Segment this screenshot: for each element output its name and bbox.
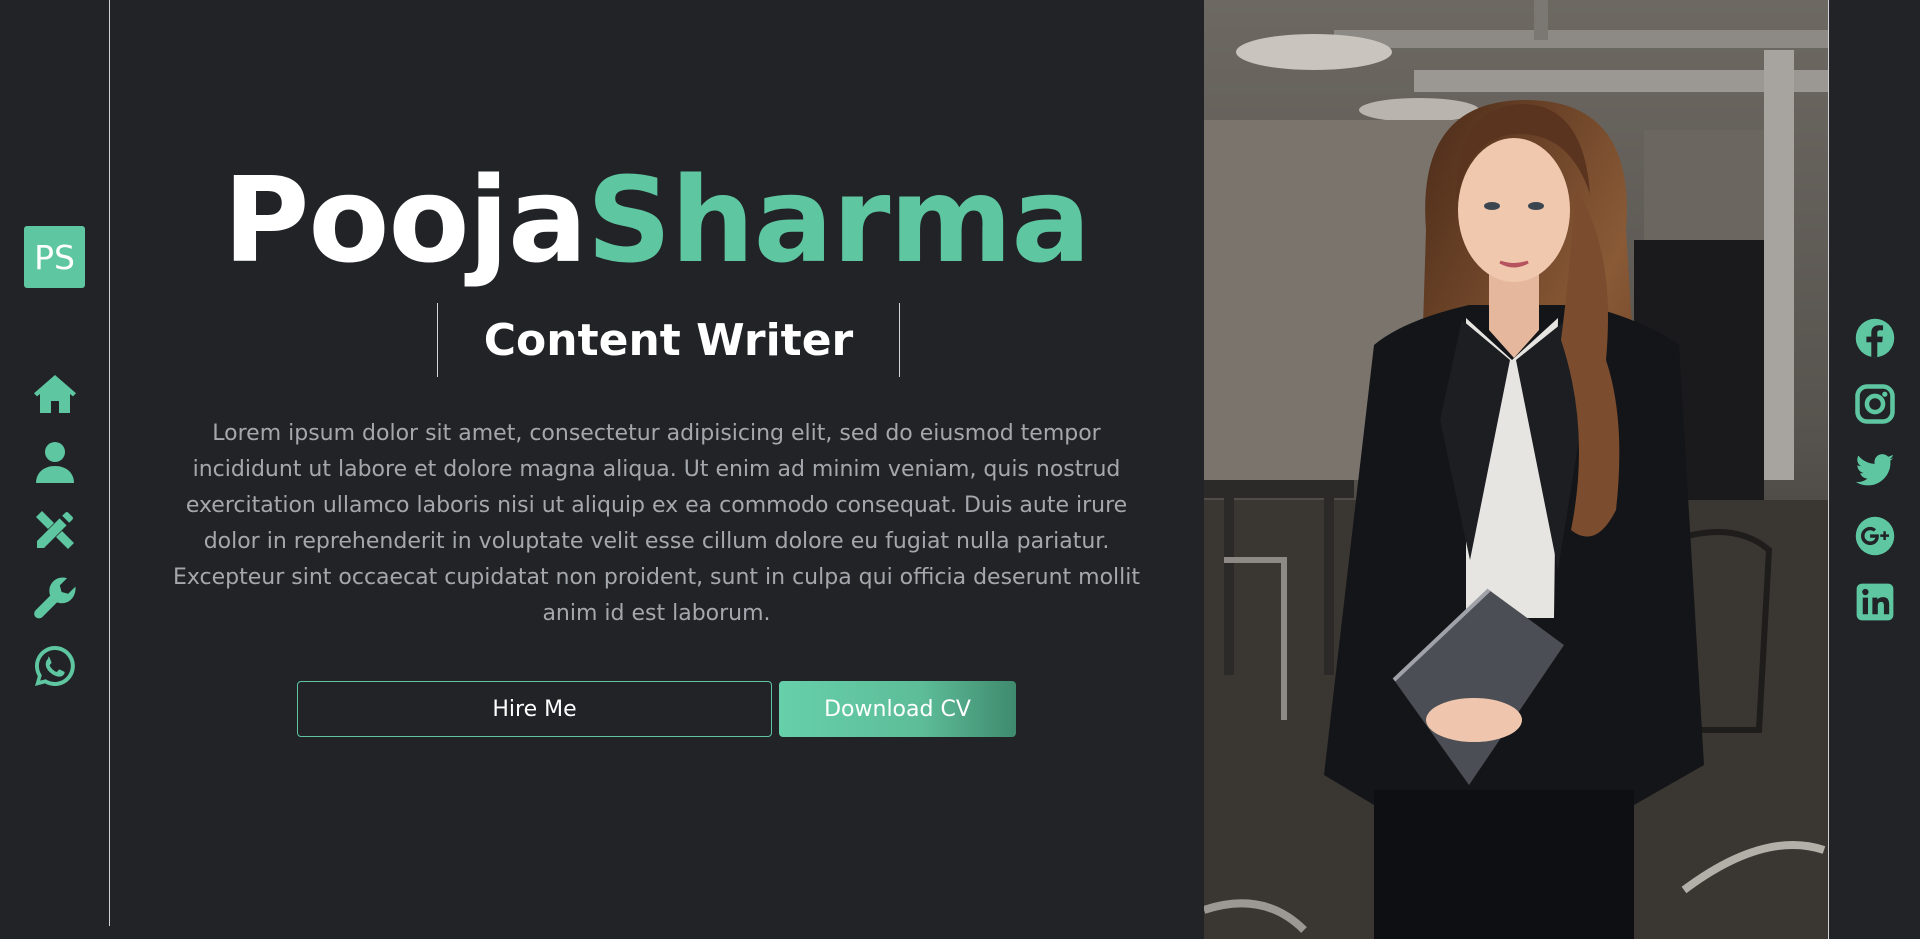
home-icon — [33, 375, 76, 413]
sidebar-item-skills[interactable] — [0, 564, 109, 632]
bio-text: Lorem ipsum dolor sit amet, consectetur … — [173, 421, 1140, 626]
twitter-icon — [1855, 454, 1895, 486]
first-name: Pooja — [222, 151, 588, 289]
role-frame: Content Writer — [437, 303, 900, 377]
instagram-icon — [1855, 384, 1895, 424]
hero-section: PoojaSharma Content Writer Lorem ipsum d… — [110, 0, 1203, 939]
portrait-photo — [1204, 0, 1829, 939]
social-link-facebook[interactable] — [1830, 305, 1920, 371]
social-links — [1830, 305, 1920, 635]
linkedin-icon — [1856, 583, 1894, 621]
social-link-linkedin[interactable] — [1830, 569, 1920, 635]
page: PS PoojaSharma Content Writer Lorem ipsu… — [0, 0, 1920, 939]
design-tools-icon — [35, 511, 74, 549]
social-link-instagram[interactable] — [1830, 371, 1920, 437]
sidebar-item-services[interactable] — [0, 496, 109, 564]
whatsapp-icon — [34, 646, 75, 686]
role-title: Content Writer — [483, 314, 854, 366]
wrench-icon — [33, 577, 76, 619]
sidebar-nav — [0, 360, 109, 700]
left-sidebar: PS — [0, 0, 110, 926]
last-name: Sharma — [586, 151, 1091, 289]
social-link-google-plus[interactable] — [1830, 503, 1920, 569]
download-cv-button[interactable]: Download CV — [779, 681, 1016, 737]
hero-name: PoojaSharma — [110, 140, 1203, 300]
hire-me-button[interactable]: Hire Me — [297, 681, 772, 737]
facebook-icon — [1855, 318, 1895, 358]
sidebar-item-contact[interactable] — [0, 632, 109, 700]
sidebar-item-about[interactable] — [0, 428, 109, 496]
social-link-twitter[interactable] — [1830, 437, 1920, 503]
user-icon — [35, 442, 74, 483]
google-plus-icon — [1855, 516, 1895, 556]
logo[interactable]: PS — [24, 226, 85, 288]
sidebar-item-home[interactable] — [0, 360, 109, 428]
